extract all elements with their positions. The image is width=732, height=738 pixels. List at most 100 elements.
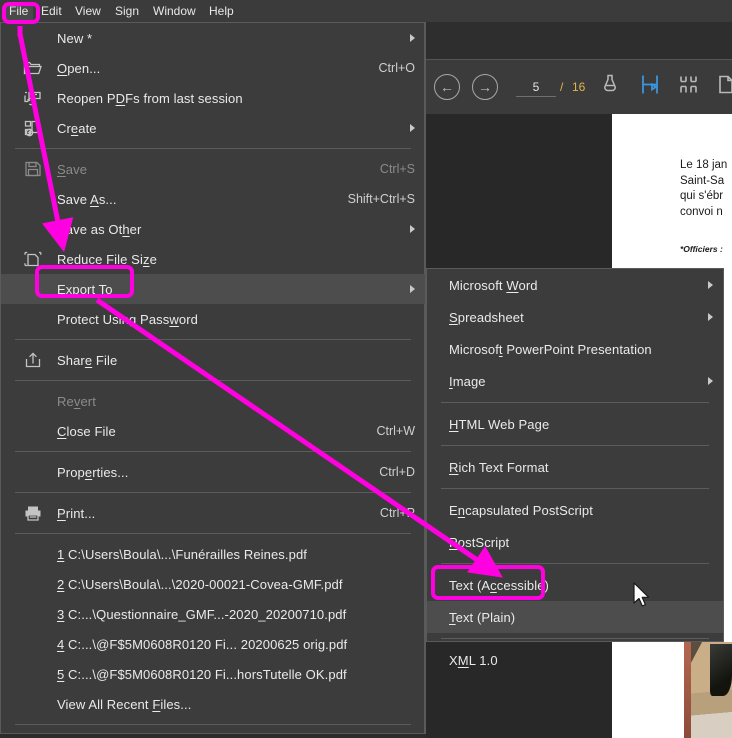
menu-item-label: Save bbox=[57, 161, 88, 177]
reopen-pdf-icon bbox=[24, 91, 41, 106]
save-disk-icon bbox=[23, 160, 43, 178]
menu-item-label: Reopen PDFs from last session bbox=[57, 90, 243, 106]
menu-item-html-web-page[interactable]: HTML Web Page bbox=[427, 408, 723, 440]
menu-item-label: View All Recent Files... bbox=[57, 696, 192, 712]
page-layout-button[interactable] bbox=[678, 73, 704, 102]
menu-item-xml-1-0[interactable]: XML 1.0 bbox=[427, 644, 723, 676]
submenu-chevron-right-icon bbox=[708, 377, 713, 385]
menu-item-label: Open... bbox=[57, 60, 101, 76]
menu-separator bbox=[441, 445, 709, 446]
file-menu-popup: New * Open... Ctrl+O Reopen PDFs from last … bbox=[0, 22, 426, 738]
save-disk-icon bbox=[25, 161, 41, 177]
menu-item-label: Protect Using Password bbox=[57, 311, 198, 327]
menu-item-share-file[interactable]: Share File bbox=[1, 345, 425, 375]
menu-item-print[interactable]: Print... Ctrl+P bbox=[1, 498, 425, 528]
menu-item-label: Text (Accessible) bbox=[449, 577, 549, 593]
share-icon bbox=[25, 352, 41, 368]
menu-separator bbox=[441, 488, 709, 489]
menu-item-encapsulated-postscript[interactable]: Encapsulated PostScript bbox=[427, 494, 723, 526]
menu-item-label: Close File bbox=[57, 423, 116, 439]
menu-item-save-as[interactable]: Save As... Shift+Ctrl+S bbox=[1, 184, 425, 214]
menu-item-label: HTML Web Page bbox=[449, 416, 550, 432]
menu-item-close-file[interactable]: Close File Ctrl+W bbox=[1, 416, 425, 446]
menu-item-label: 4 C:...\@F$5M0608R0120 Fi... 20200625 or… bbox=[57, 636, 348, 652]
menubar-item-file[interactable]: File bbox=[4, 3, 34, 20]
menu-item-image[interactable]: Image bbox=[427, 365, 723, 397]
menu-item-new[interactable]: New * bbox=[1, 23, 425, 53]
menu-item-microsoft-powerpoint-presentation[interactable]: Microsoft PowerPoint Presentation bbox=[427, 333, 723, 365]
menu-separator bbox=[15, 148, 411, 149]
menu-item-open[interactable]: Open... Ctrl+O bbox=[1, 53, 425, 83]
printer-icon bbox=[25, 506, 41, 521]
menubar-item-view[interactable]: View bbox=[70, 3, 106, 20]
menu-separator bbox=[15, 492, 411, 493]
menu-item-save: Save Ctrl+S bbox=[1, 154, 425, 184]
menu-item-text-plain[interactable]: Text (Plain) bbox=[427, 601, 723, 633]
menubar-item-help[interactable]: Help bbox=[204, 3, 239, 20]
menu-item-2-c-users-boula-2020-00021-covea-gmf-p[interactable]: 2 C:\Users\Boula\...\2020-00021-Covea-GM… bbox=[1, 569, 425, 599]
menu-item-postscript[interactable]: PostScript bbox=[427, 526, 723, 558]
menu-item-4-c-f-5m0608r0120-fi-20200625-orig-pdf[interactable]: 4 C:...\@F$5M0608R0120 Fi... 20200625 or… bbox=[1, 629, 425, 659]
page-separator: / bbox=[560, 80, 564, 94]
menu-item-label: Share File bbox=[57, 352, 118, 368]
menu-item-label: 2 C:\Users\Boula\...\2020-00021-Covea-GM… bbox=[57, 576, 343, 592]
submenu-chevron-right-icon bbox=[410, 124, 415, 132]
menu-separator bbox=[441, 563, 709, 564]
zoom-tool-icon bbox=[604, 74, 616, 92]
submenu-chevron-right-icon bbox=[410, 285, 415, 293]
menu-item-rich-text-format[interactable]: Rich Text Format bbox=[427, 451, 723, 483]
menubar-item-sign[interactable]: Sign bbox=[110, 3, 144, 20]
menu-item-label: 1 C:\Users\Boula\...\Funérailles Reines.… bbox=[57, 546, 307, 562]
menu-item-microsoft-word[interactable]: Microsoft Word bbox=[427, 269, 723, 301]
forward-button[interactable]: → bbox=[472, 74, 498, 100]
menu-item-5-c-f-5m0608r0120-fi-horstutelle-ok-pd[interactable]: 5 C:...\@F$5M0608R0120 Fi...horsTutelle … bbox=[1, 659, 425, 689]
menu-bar: File Edit View Sign Window Help bbox=[0, 0, 732, 22]
arrow-right-circle-icon: → bbox=[472, 74, 498, 100]
menu-item-exit-application[interactable]: Exit ApplicationCtrl+Q bbox=[1, 730, 425, 738]
menu-separator bbox=[15, 533, 411, 534]
menu-separator bbox=[441, 402, 709, 403]
folder-open-icon bbox=[23, 61, 42, 75]
fit-page-button[interactable] bbox=[638, 73, 662, 102]
menu-item-protect-using-password[interactable]: Protect Using Password bbox=[1, 304, 425, 334]
menu-item-reopen-pdfs-from-last-session[interactable]: Reopen PDFs from last session bbox=[1, 83, 425, 113]
submenu-chevron-right-icon bbox=[410, 225, 415, 233]
zoom-tool-button[interactable] bbox=[598, 73, 622, 102]
page-thumbnail-button[interactable] bbox=[716, 73, 732, 102]
menu-item-view-all-recent-files[interactable]: View All Recent Files... bbox=[1, 689, 425, 719]
menu-item-3-c-questionnaire-gmf-2020-20200710-pd[interactable]: 3 C:...\Questionnaire_GMF...-2020_202007… bbox=[1, 599, 425, 629]
menu-item-1-c-users-boula-fun-railles-reines-pdf[interactable]: 1 C:\Users\Boula\...\Funérailles Reines.… bbox=[1, 539, 425, 569]
create-pdf-icon bbox=[24, 120, 41, 137]
submenu-chevron-right-icon bbox=[708, 281, 713, 289]
menu-item-export-to[interactable]: Export To bbox=[1, 274, 425, 304]
menu-separator bbox=[15, 724, 411, 725]
menu-item-shortcut: Ctrl+O bbox=[378, 61, 415, 75]
menu-separator bbox=[15, 380, 411, 381]
menu-item-label: Image bbox=[449, 373, 486, 389]
menu-separator bbox=[15, 451, 411, 452]
menu-item-shortcut: Shift+Ctrl+S bbox=[347, 192, 415, 206]
menu-item-reduce-file-size[interactable]: Reduce File Size bbox=[1, 244, 425, 274]
menu-item-properties[interactable]: Properties... Ctrl+D bbox=[1, 457, 425, 487]
menu-item-label: Save As... bbox=[57, 191, 117, 207]
create-pdf-icon bbox=[23, 119, 43, 137]
folder-open-icon bbox=[23, 59, 43, 77]
menubar-item-window[interactable]: Window bbox=[148, 3, 201, 20]
menu-item-shortcut: Ctrl+P bbox=[379, 506, 415, 520]
back-button[interactable]: ← bbox=[434, 74, 460, 100]
reduce-size-icon bbox=[24, 251, 42, 267]
menu-item-spreadsheet[interactable]: Spreadsheet bbox=[427, 301, 723, 333]
menubar-item-edit[interactable]: Edit bbox=[36, 3, 67, 20]
menu-item-create[interactable]: Create bbox=[1, 113, 425, 143]
page-total: 16 bbox=[572, 80, 586, 94]
page-toolbar: ← → 5 / 16 bbox=[426, 60, 732, 114]
page-thumbnail-icon bbox=[719, 75, 732, 94]
menu-item-label: New * bbox=[57, 30, 93, 46]
fit-page-icon bbox=[642, 75, 658, 94]
menu-item-save-as-other[interactable]: Save as Other bbox=[1, 214, 425, 244]
menu-item-shortcut: Ctrl+W bbox=[376, 424, 415, 438]
submenu-chevron-right-icon bbox=[410, 34, 415, 42]
page-number-input[interactable]: 5 bbox=[516, 77, 556, 97]
menu-item-text-accessible[interactable]: Text (Accessible) bbox=[427, 569, 723, 601]
share-icon bbox=[23, 351, 43, 369]
